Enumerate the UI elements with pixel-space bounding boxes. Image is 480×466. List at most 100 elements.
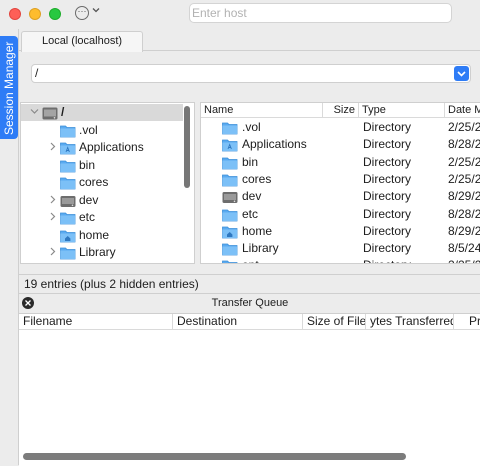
session-manager-tab[interactable]: Session Manager (0, 36, 18, 139)
file-type: Directory (363, 155, 411, 170)
file-name: .vol (242, 120, 261, 135)
file-type: Directory (363, 207, 411, 222)
tree-item[interactable]: .vol (21, 122, 183, 139)
column-size-of-file[interactable]: Size of File (303, 314, 366, 330)
file-type: Directory (363, 189, 411, 204)
folder-tree[interactable]: / .volApplications bin cores dev etc home Libra… (20, 102, 195, 264)
horizontal-scrollbar[interactable] (23, 453, 406, 460)
chevron-down-icon[interactable] (92, 6, 100, 16)
tree-item[interactable]: home (21, 227, 183, 244)
disclosure-collapsed-icon[interactable] (48, 212, 57, 223)
folder-icon (60, 211, 76, 228)
tab-bar: Local (localhost) (19, 29, 480, 51)
tree-item[interactable]: bin (21, 157, 183, 174)
folder-icon (222, 259, 238, 264)
disclosure-collapsed-icon[interactable] (48, 195, 57, 206)
main-window: Local (localhost) / /.volApplicationsbin… (18, 29, 480, 465)
disclosure-collapsed-icon[interactable] (48, 142, 57, 153)
drive-folder-icon (60, 194, 76, 211)
tree-item-label: Library (79, 245, 116, 260)
file-name: Library (242, 241, 279, 256)
disclosure-expanded-icon[interactable] (30, 107, 39, 118)
file-type: Directory (363, 258, 411, 264)
title-bar: ··· Enter host (0, 0, 480, 30)
tree-item[interactable]: dev (21, 192, 183, 209)
file-date-modified: 8/28/2 (448, 207, 480, 222)
drive-icon (42, 106, 58, 123)
chevron-down-icon (457, 71, 466, 77)
status-text: 19 entries (plus 2 hidden entries) (24, 277, 199, 291)
file-date-modified: 2/25/2 (448, 155, 480, 170)
column-name[interactable]: Name (201, 103, 323, 118)
tree-item-label: bin (79, 158, 95, 173)
status-bar: 19 entries (plus 2 hidden entries) (19, 274, 480, 293)
file-name: dev (242, 189, 261, 204)
column-filename[interactable]: Filename (19, 314, 173, 330)
file-row[interactable]: etc Directory 8/28/2 (201, 206, 480, 223)
disclosure-collapsed-icon[interactable] (48, 247, 57, 258)
session-manager-label: Session Manager (1, 42, 17, 135)
path-combobox[interactable]: / (31, 64, 471, 83)
folder-icon (60, 124, 76, 141)
transfer-queue-table[interactable]: Filename Destination Size of File ytes T… (19, 313, 480, 466)
folder-icon (60, 159, 76, 176)
path-value: / (35, 66, 38, 80)
file-row[interactable]: homeDirectory8/29/2 (201, 223, 480, 240)
file-type: Directory (363, 172, 411, 187)
file-name: opt (242, 258, 259, 264)
transfer-queue-title: Transfer Queue (19, 296, 480, 310)
file-row[interactable]: opt Directory 2/25/2 (201, 257, 480, 264)
transfer-queue-header: Transfer Queue (19, 294, 480, 313)
close-window-button[interactable] (9, 8, 21, 20)
tree-item[interactable]: Library (21, 244, 183, 261)
ellipsis-circle-icon[interactable]: ··· (75, 6, 89, 20)
tree-item[interactable]: / (21, 104, 183, 121)
file-date-modified: 2/25/2 (448, 258, 480, 264)
transfer-queue-columns: Filename Destination Size of File ytes T… (19, 314, 480, 330)
tree-item-label: .vol (79, 123, 98, 138)
column-date-modified[interactable]: Date M (445, 103, 480, 118)
file-date-modified: 2/25/2 (448, 120, 480, 135)
path-dropdown-button[interactable] (454, 66, 469, 81)
file-row[interactable]: cores Directory 2/25/2 (201, 171, 480, 188)
file-row[interactable]: ApplicationsDirectory8/28/2 (201, 136, 480, 153)
tree-item-label: home (79, 228, 109, 243)
column-type[interactable]: Type (359, 103, 445, 118)
file-row[interactable]: dev Directory 8/29/2 (201, 188, 480, 205)
tree-item[interactable]: cores (21, 174, 183, 191)
file-date-modified: 8/29/2 (448, 189, 480, 204)
transfer-queue: Transfer Queue Filename Destination Size… (19, 293, 480, 465)
file-date-modified: 2/25/2 (448, 172, 480, 187)
tree-item-label: etc (79, 210, 95, 225)
file-name: etc (242, 207, 258, 222)
tree-item-label: cores (79, 175, 108, 190)
folder-icon (60, 176, 76, 193)
host-input[interactable]: Enter host (189, 3, 452, 23)
tree-item[interactable]: Applications (21, 139, 183, 156)
tree-item-label: dev (79, 193, 98, 208)
file-row[interactable]: .vol Directory 2/25/2 (201, 119, 480, 136)
folder-icon (60, 246, 76, 263)
tab-local[interactable]: Local (localhost) (21, 31, 143, 52)
file-list[interactable]: Name Size Type Date M .vol Directory 2/25/… (200, 102, 480, 264)
file-type: Directory (363, 137, 411, 152)
file-name: cores (242, 172, 271, 187)
file-list-header: Name Size Type Date M (201, 103, 480, 118)
tree-scrollbar[interactable] (184, 106, 190, 188)
applications-folder-icon (60, 141, 76, 158)
file-row[interactable]: bin Directory 2/25/2 (201, 154, 480, 171)
column-progress[interactable]: Pr (454, 314, 480, 330)
file-row[interactable]: LibraryDirectory8/5/24 (201, 240, 480, 257)
file-name: home (242, 224, 272, 239)
file-type: Directory (363, 120, 411, 135)
tree-item-label: / (61, 105, 64, 120)
file-type: Directory (363, 241, 411, 256)
tree-item[interactable]: etc (21, 209, 183, 226)
zoom-window-button[interactable] (49, 8, 61, 20)
file-name: bin (242, 155, 258, 170)
column-destination[interactable]: Destination (173, 314, 303, 330)
file-name: Applications (242, 137, 307, 152)
column-bytes-transferred[interactable]: ytes Transferred (366, 314, 454, 330)
column-size[interactable]: Size (323, 103, 359, 118)
minimize-window-button[interactable] (29, 8, 41, 20)
